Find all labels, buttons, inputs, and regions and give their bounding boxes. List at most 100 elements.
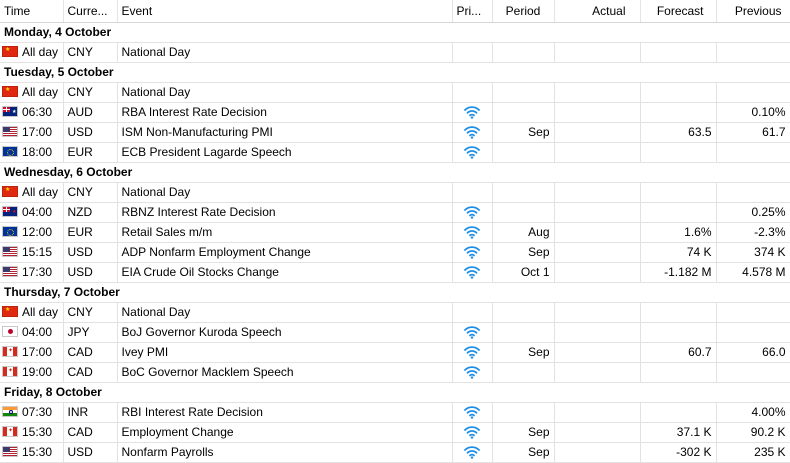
- event-forecast: [640, 202, 717, 223]
- day-header-row: Tuesday, 5 October: [0, 62, 790, 83]
- flag-jp-icon: [2, 326, 18, 337]
- column-header-row: Time Curre... Event Pri... Period Actual…: [0, 0, 790, 23]
- column-header-forecast[interactable]: Forecast: [640, 0, 717, 23]
- event-forecast: -302 K: [640, 442, 717, 463]
- event-time-cell: 15:30: [0, 422, 64, 443]
- event-row[interactable]: 15:15 USD ADP Nonfarm Employment Change Sep…: [0, 242, 790, 263]
- day-header-label: Monday, 4 October: [0, 22, 790, 43]
- event-row[interactable]: 04:00 JPY BoJ Governor Kuroda Speech: [0, 322, 790, 343]
- event-title: National Day: [117, 82, 453, 103]
- event-row[interactable]: 04:00 NZDRBNZ Interest Rate Decision 0.25%: [0, 202, 790, 223]
- event-title: RBI Interest Rate Decision: [117, 402, 453, 423]
- event-forecast: [640, 362, 717, 383]
- event-priority: [452, 122, 493, 143]
- column-header-priority[interactable]: Pri...: [452, 0, 493, 23]
- column-header-period[interactable]: Period: [492, 0, 555, 23]
- event-actual: [554, 82, 641, 103]
- event-time: 18:00: [22, 145, 53, 159]
- event-period: Sep: [492, 422, 555, 443]
- event-title: Retail Sales m/m: [117, 222, 453, 243]
- event-actual: [554, 442, 641, 463]
- event-previous: 374 K: [716, 242, 790, 263]
- event-title: ECB President Lagarde Speech: [117, 142, 453, 163]
- event-previous: 66.0: [716, 342, 790, 363]
- event-period: Aug: [492, 222, 555, 243]
- flag-us-icon: [2, 446, 18, 457]
- event-row[interactable]: 17:00 CADIvey PMI Sep 60.766.0: [0, 342, 790, 363]
- column-header-previous[interactable]: Previous: [716, 0, 790, 23]
- event-period: [492, 82, 555, 103]
- event-title: BoC Governor Macklem Speech: [117, 362, 453, 383]
- event-row[interactable]: 15:30 USD Nonfarm Payrolls Sep -302 K 235 K: [0, 442, 790, 463]
- event-forecast: [640, 42, 717, 63]
- event-actual: [554, 262, 641, 283]
- event-period: Sep: [492, 342, 555, 363]
- event-actual: [554, 202, 641, 223]
- event-title: National Day: [117, 42, 453, 63]
- event-row[interactable]: All day CNYNational Day: [0, 302, 790, 323]
- event-forecast: 74 K: [640, 242, 717, 263]
- event-row[interactable]: 15:30 CADEmployment Change Sep 37.1 K90.2 K: [0, 422, 790, 443]
- event-row[interactable]: All day CNYNational Day: [0, 182, 790, 203]
- event-currency: JPY: [63, 322, 118, 343]
- event-previous: [716, 362, 790, 383]
- priority-signal-icon: [464, 446, 480, 460]
- event-previous: 90.2 K: [716, 422, 790, 443]
- event-previous: 235 K: [716, 442, 790, 463]
- event-actual: [554, 362, 641, 383]
- event-priority: [452, 102, 493, 123]
- event-time-cell: 15:15: [0, 242, 64, 263]
- day-header-row: Thursday, 7 October: [0, 282, 790, 303]
- event-actual: [554, 422, 641, 443]
- event-forecast: 1.6%: [640, 222, 717, 243]
- event-actual: [554, 142, 641, 163]
- event-row[interactable]: 07:30 INR RBI Interest Rate Decision 4.00%: [0, 402, 790, 423]
- event-time: 07:30: [22, 405, 53, 419]
- event-previous: 4.578 M: [716, 262, 790, 283]
- event-title: Employment Change: [117, 422, 453, 443]
- flag-eu-icon: [2, 146, 18, 157]
- event-title: RBA Interest Rate Decision: [117, 102, 453, 123]
- event-currency: CNY: [63, 302, 118, 323]
- column-header-event[interactable]: Event: [117, 0, 453, 23]
- event-previous: 61.7: [716, 122, 790, 143]
- event-forecast: [640, 182, 717, 203]
- event-time: 04:00: [22, 325, 53, 339]
- event-priority: [452, 262, 493, 283]
- event-previous: -2.3%: [716, 222, 790, 243]
- event-row[interactable]: 19:00 CADBoC Governor Macklem Speech: [0, 362, 790, 383]
- event-row[interactable]: All day CNYNational Day: [0, 42, 790, 63]
- event-period: [492, 202, 555, 223]
- event-period: [492, 402, 555, 423]
- event-row[interactable]: 06:30 AUDRBA Interest Rate Decision 0.10%: [0, 102, 790, 123]
- event-previous: [716, 42, 790, 63]
- event-row[interactable]: 12:00 EUR Retail Sales m/m Aug 1.6% -2.3%: [0, 222, 790, 243]
- event-priority: [452, 422, 493, 443]
- priority-signal-icon: [464, 366, 480, 380]
- event-priority: [452, 402, 493, 423]
- event-row[interactable]: 17:00 USD ISM Non-Manufacturing PMI Sep 63.5…: [0, 122, 790, 143]
- column-header-time[interactable]: Time: [0, 0, 64, 23]
- event-time-cell: 06:30: [0, 102, 64, 123]
- event-time-cell: 19:00: [0, 362, 64, 383]
- column-header-currency[interactable]: Curre...: [63, 0, 118, 23]
- day-header-row: Wednesday, 6 October: [0, 162, 790, 183]
- event-priority: [452, 342, 493, 363]
- event-forecast: 37.1 K: [640, 422, 717, 443]
- event-time: All day: [22, 185, 59, 199]
- event-row[interactable]: 17:30 USD EIA Crude Oil Stocks Change Oct 1…: [0, 262, 790, 283]
- priority-signal-icon: [464, 206, 480, 220]
- event-currency: INR: [63, 402, 118, 423]
- event-priority: [452, 42, 493, 63]
- event-time-cell: All day: [0, 42, 64, 63]
- event-period: Sep: [492, 242, 555, 263]
- event-priority: [452, 442, 493, 463]
- event-previous: 0.10%: [716, 102, 790, 123]
- column-header-actual[interactable]: Actual: [554, 0, 641, 23]
- event-currency: USD: [63, 262, 118, 283]
- event-currency: CAD: [63, 362, 118, 383]
- event-actual: [554, 182, 641, 203]
- event-row[interactable]: All day CNYNational Day: [0, 82, 790, 103]
- event-row[interactable]: 18:00 EUR ECB President Lagarde Speech: [0, 142, 790, 163]
- economic-calendar-table: Time Curre... Event Pri... Period Actual…: [0, 0, 790, 463]
